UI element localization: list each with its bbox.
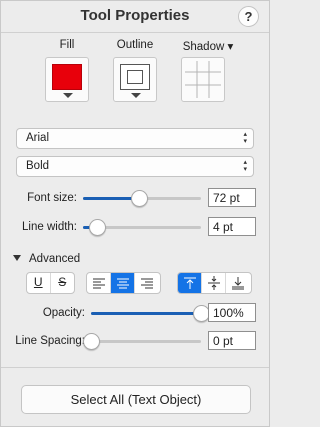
font-size-slider-knob[interactable] bbox=[131, 190, 149, 207]
font-family-value: Arial bbox=[26, 132, 50, 144]
strikethrough-button[interactable]: S bbox=[51, 273, 74, 293]
font-size-field[interactable]: 72 pt bbox=[208, 188, 256, 207]
align-right-icon bbox=[141, 278, 153, 289]
opacity-slider-knob[interactable] bbox=[192, 305, 210, 322]
valign-bottom-icon bbox=[232, 277, 244, 290]
text-decoration-group: U S bbox=[26, 272, 75, 294]
tool-properties-panel: Tool Properties ? Fill Outline Shadow ▾ … bbox=[0, 0, 270, 427]
font-size-label: Font size: bbox=[27, 192, 77, 204]
underline-button[interactable]: U bbox=[27, 273, 51, 293]
align-center-icon bbox=[117, 278, 129, 289]
valign-bottom-button[interactable] bbox=[226, 273, 250, 293]
line-width-label: Line width: bbox=[22, 221, 77, 233]
font-style-select[interactable]: Bold ▴ ▾ bbox=[16, 156, 254, 177]
outline-dropdown-arrow-icon bbox=[131, 93, 141, 98]
disclosure-triangle-icon bbox=[13, 255, 21, 261]
align-left-icon bbox=[93, 278, 105, 289]
panel-title: Tool Properties bbox=[80, 7, 190, 24]
shadow-grid-icon bbox=[185, 61, 221, 98]
shadow-menu-arrow-icon: ▾ bbox=[227, 41, 234, 53]
opacity-slider-fill bbox=[91, 312, 201, 315]
align-right-button[interactable] bbox=[135, 273, 159, 293]
font-family-select[interactable]: Arial ▴ ▾ bbox=[16, 128, 254, 149]
outline-style-well[interactable] bbox=[113, 57, 157, 102]
advanced-disclosure[interactable]: Advanced bbox=[13, 253, 80, 265]
line-width-field[interactable]: 4 pt bbox=[208, 217, 256, 236]
line-width-slider-knob[interactable] bbox=[88, 219, 106, 236]
opacity-field[interactable]: 100% bbox=[208, 303, 256, 322]
fill-dropdown-arrow-icon bbox=[63, 93, 73, 98]
align-left-button[interactable] bbox=[87, 273, 111, 293]
select-arrows-icon: ▴ ▾ bbox=[243, 159, 247, 173]
line-spacing-field[interactable]: 0 pt bbox=[208, 331, 256, 350]
text-align-group bbox=[86, 272, 161, 294]
line-spacing-slider[interactable] bbox=[91, 340, 201, 343]
help-button[interactable]: ? bbox=[238, 6, 259, 27]
shadow-label: Shadow ▾ bbox=[173, 39, 243, 53]
section-divider bbox=[1, 367, 269, 368]
line-spacing-label: Line Spacing: bbox=[15, 335, 85, 347]
outline-label: Outline bbox=[116, 39, 154, 51]
font-style-value: Bold bbox=[26, 160, 50, 172]
valign-middle-button[interactable] bbox=[202, 273, 226, 293]
line-spacing-slider-knob[interactable] bbox=[82, 333, 100, 350]
select-all-button[interactable]: Select All (Text Object) bbox=[21, 385, 251, 414]
advanced-label: Advanced bbox=[29, 253, 81, 265]
align-center-button[interactable] bbox=[111, 273, 135, 293]
vertical-align-group bbox=[177, 272, 252, 294]
title-bar: Tool Properties ? bbox=[1, 1, 269, 33]
opacity-label: Opacity: bbox=[42, 307, 85, 319]
valign-top-button[interactable] bbox=[178, 273, 202, 293]
valign-top-icon bbox=[184, 277, 196, 289]
valign-middle-icon bbox=[208, 276, 220, 290]
shadow-label-text: Shadow bbox=[182, 41, 225, 53]
fill-label: Fill bbox=[59, 39, 75, 51]
shadow-style-well[interactable] bbox=[181, 57, 225, 102]
opacity-slider[interactable] bbox=[91, 312, 201, 315]
fill-color-well[interactable] bbox=[45, 57, 89, 102]
fill-color-preview bbox=[52, 64, 82, 90]
outline-preview-icon bbox=[120, 64, 150, 90]
select-arrows-icon: ▴ ▾ bbox=[243, 131, 247, 145]
